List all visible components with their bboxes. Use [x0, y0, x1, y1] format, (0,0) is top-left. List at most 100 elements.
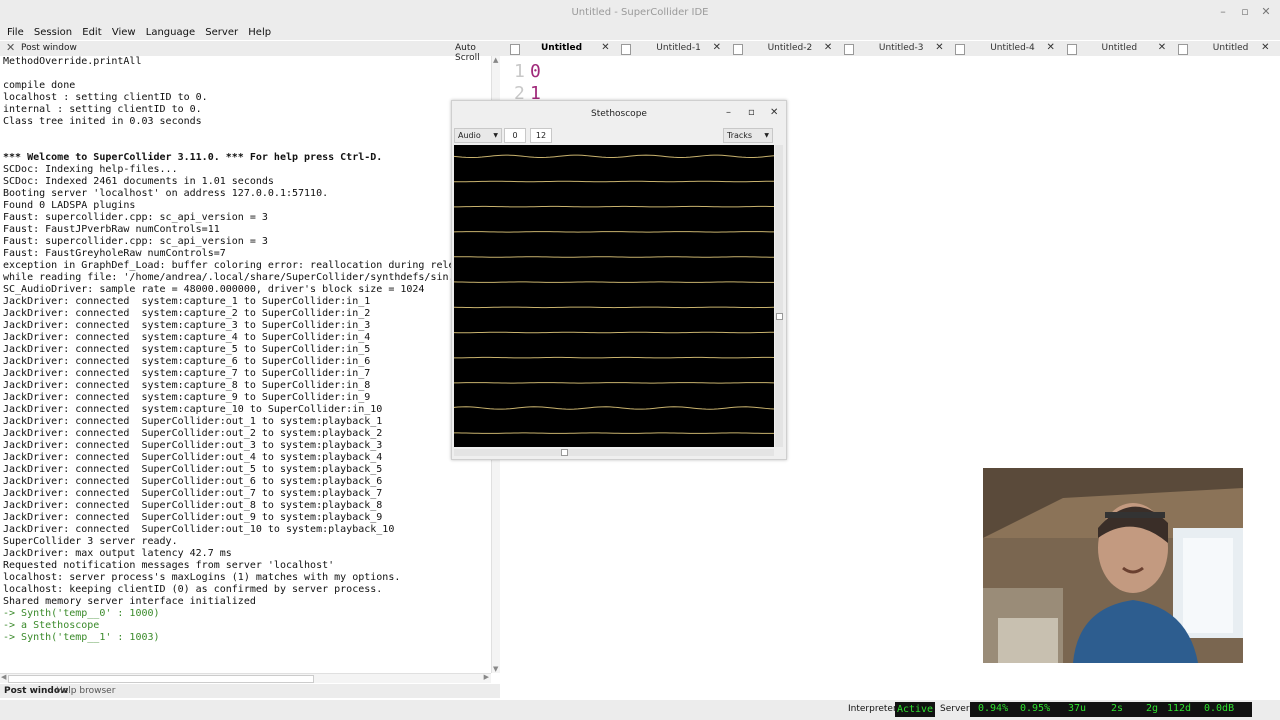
- document-icon: [1066, 44, 1077, 55]
- close-icon[interactable]: ✕: [770, 107, 778, 118]
- channels-field[interactable]: 12: [530, 128, 552, 143]
- scope-channel-trace: [453, 154, 775, 159]
- menu-session[interactable]: Session: [34, 25, 72, 40]
- menu-file[interactable]: File: [7, 25, 24, 40]
- index-field[interactable]: 0: [504, 128, 526, 143]
- webcam-overlay: [983, 468, 1243, 663]
- post-line: JackDriver: connected system:capture_3 t…: [3, 320, 371, 331]
- post-line: [3, 140, 455, 152]
- close-tab-icon[interactable]: ✕: [1046, 42, 1054, 53]
- volume-level[interactable]: 0.0dB: [1204, 703, 1234, 714]
- post-line: JackDriver: connected SuperCollider:out_…: [3, 452, 383, 463]
- post-window-header: ✕ Post window Auto Scroll: [0, 41, 500, 63]
- tab-help-browser[interactable]: Help browser: [56, 686, 115, 696]
- editor-tab[interactable]: Untitled ✕: [1172, 41, 1280, 56]
- server-label: Server:: [940, 704, 973, 714]
- editor-tab[interactable]: Untitled-2 ✕: [727, 41, 838, 56]
- minimize-icon[interactable]: –: [1216, 5, 1230, 19]
- editor-tab-label: Untitled-4: [990, 43, 1035, 53]
- post-line: while reading file: '/home/andrea/.local…: [3, 272, 455, 283]
- post-line: [3, 68, 455, 80]
- close-tab-icon[interactable]: ✕: [1261, 42, 1269, 53]
- editor-tab-label: Untitled: [1212, 43, 1249, 53]
- post-line: MethodOverride.printAll: [3, 56, 142, 67]
- post-line: JackDriver: connected system:capture_2 t…: [3, 308, 371, 319]
- post-line: -> a Stethoscope: [3, 620, 100, 631]
- close-icon[interactable]: ✕: [1259, 5, 1273, 19]
- post-line: compile done: [3, 80, 76, 91]
- editor-tab[interactable]: Untitled ✕: [1061, 41, 1172, 56]
- editor-tab-label: Untitled: [541, 43, 583, 53]
- close-tab-icon[interactable]: ✕: [713, 42, 721, 53]
- maximize-icon[interactable]: ▫: [748, 107, 755, 118]
- post-line: Faust: supercollider.cpp: sc_api_version…: [3, 212, 268, 223]
- post-line: JackDriver: connected system:capture_5 t…: [3, 344, 371, 355]
- post-line: -> Synth('temp__1' : 1003): [3, 632, 160, 643]
- close-tab-icon[interactable]: ✕: [1158, 42, 1166, 53]
- slider-handle[interactable]: [776, 313, 783, 320]
- scrollbar-thumb[interactable]: [8, 675, 314, 683]
- editor-tab[interactable]: Untitled ✕: [504, 41, 615, 56]
- post-line: JackDriver: connected SuperCollider:out_…: [3, 488, 383, 499]
- post-line: Requested notification messages from ser…: [3, 560, 335, 571]
- editor-tab[interactable]: Untitled-4 ✕: [949, 41, 1060, 56]
- server-status[interactable]: 0.94% 0.95% 37u 2s 2g 112d 0.0dB: [970, 702, 1252, 717]
- dock-tabs: Post window Help browser: [0, 684, 500, 698]
- post-line: exception in GraphDef_Load: buffer color…: [3, 260, 455, 271]
- scroll-left-icon[interactable]: ◀: [1, 673, 6, 681]
- editor-tab-bar: Untitled ✕ Untitled-1 ✕ Untitled-2 ✕ Untitled-…: [500, 41, 1280, 56]
- post-line: JackDriver: connected SuperCollider:out_…: [3, 524, 395, 535]
- editor-tab-label: Untitled: [1101, 43, 1138, 53]
- close-tab-icon[interactable]: ✕: [824, 42, 832, 53]
- post-line: JackDriver: connected SuperCollider:out_…: [3, 416, 383, 427]
- post-line: SCDoc: Indexed 2461 documents in 1.01 se…: [3, 176, 274, 187]
- menu-server[interactable]: Server: [205, 25, 238, 40]
- menu-edit[interactable]: Edit: [82, 25, 101, 40]
- post-line: JackDriver: connected system:capture_9 t…: [3, 392, 371, 403]
- style-select[interactable]: Tracks ▼: [723, 128, 773, 143]
- close-tab-icon[interactable]: ✕: [935, 42, 943, 53]
- chevron-down-icon: ▼: [493, 132, 498, 139]
- close-tab-icon[interactable]: ✕: [601, 42, 609, 53]
- scroll-right-icon[interactable]: ▶: [484, 673, 489, 681]
- maximize-icon[interactable]: ▫: [1238, 5, 1252, 19]
- post-line: JackDriver: connected SuperCollider:out_…: [3, 512, 383, 523]
- post-line: JackDriver: connected SuperCollider:out_…: [3, 464, 383, 475]
- editor-tab-label: Untitled-1: [656, 43, 701, 53]
- scroll-up-icon[interactable]: ▲: [493, 56, 498, 64]
- scope-view[interactable]: [453, 145, 775, 447]
- scope-horizontal-slider[interactable]: [454, 449, 774, 456]
- code-line[interactable]: 0: [530, 61, 541, 82]
- menu-help[interactable]: Help: [248, 25, 271, 40]
- avg-cpu: 0.94%: [978, 703, 1009, 714]
- peak-cpu: 0.95%: [1020, 703, 1051, 714]
- post-line: localhost: server process's maxLogins (1…: [3, 572, 401, 583]
- document-icon: [732, 44, 743, 55]
- post-line: -> Synth('temp__0' : 1000): [3, 608, 160, 619]
- editor-tab[interactable]: Untitled-3 ✕: [838, 41, 949, 56]
- post-window-horizontal-scrollbar[interactable]: ◀ ▶: [0, 673, 491, 683]
- scroll-down-icon[interactable]: ▼: [493, 665, 498, 673]
- document-icon: [510, 44, 520, 55]
- post-line: JackDriver: connected system:capture_6 t…: [3, 356, 371, 367]
- webcam-image: [983, 468, 1243, 663]
- style-select-value: Tracks: [727, 131, 753, 140]
- line-number: 1: [514, 61, 525, 82]
- editor-tab-label: Untitled-3: [878, 43, 924, 53]
- rate-select[interactable]: Audio ▼: [454, 128, 502, 143]
- post-line: Found 0 LADSPA plugins: [3, 200, 136, 211]
- scope-vertical-slider[interactable]: [775, 145, 783, 447]
- slider-handle[interactable]: [561, 449, 568, 456]
- interpreter-status[interactable]: Active: [895, 702, 935, 717]
- post-window-output[interactable]: MethodOverride.printAll compile done local…: [3, 56, 455, 668]
- menu-view[interactable]: View: [112, 25, 136, 40]
- interpreter-label: Interpreter:: [848, 704, 900, 714]
- post-line: JackDriver: connected system:capture_4 t…: [3, 332, 371, 343]
- post-line: Faust: FaustJPverbRaw numControls=11: [3, 224, 220, 235]
- menu-language[interactable]: Language: [146, 25, 195, 40]
- editor-tab[interactable]: Untitled-1 ✕: [615, 41, 726, 56]
- minimize-icon[interactable]: –: [726, 107, 731, 118]
- post-line: localhost: keeping clientID (0) as confi…: [3, 584, 383, 595]
- post-line: SuperCollider 3 server ready.: [3, 536, 178, 547]
- post-window-close-icon[interactable]: ✕: [6, 41, 15, 54]
